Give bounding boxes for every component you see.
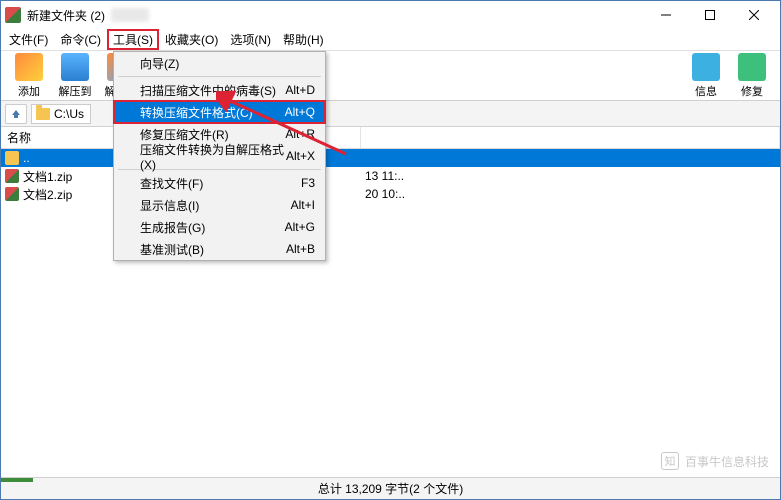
- dropdown-label: 基准测试(B): [140, 241, 204, 258]
- file-icon: [5, 187, 19, 201]
- dropdown-label: 转换压缩文件格式(C): [140, 104, 253, 121]
- dropdown-shortcut: Alt+B: [286, 242, 315, 256]
- file-icon: [5, 169, 19, 183]
- dropdown-label: 显示信息(I): [140, 197, 199, 214]
- folder-icon: [36, 108, 50, 120]
- dropdown-item-8[interactable]: 显示信息(I) Alt+I: [114, 194, 325, 216]
- dropdown-shortcut: Alt+D: [285, 83, 315, 97]
- dropdown-shortcut: Alt+I: [291, 198, 315, 212]
- dropdown-shortcut: Alt+X: [286, 149, 315, 163]
- dropdown-shortcut: Alt+R: [285, 127, 315, 141]
- file-date: 13 11:..: [361, 169, 780, 183]
- dropdown-item-2[interactable]: 扫描压缩文件中的病毒(S) Alt+D: [114, 79, 325, 101]
- up-folder-icon: [5, 151, 19, 165]
- menu-item-3[interactable]: 收藏夹(O): [159, 29, 224, 50]
- window-controls: [644, 1, 776, 29]
- dropdown-shortcut: F3: [301, 176, 315, 190]
- dropdown-item-3[interactable]: 转换压缩文件格式(C) Alt+Q: [114, 101, 325, 123]
- minimize-button[interactable]: [644, 1, 688, 29]
- toolbar-icon: [61, 53, 89, 81]
- dropdown-shortcut: Alt+G: [285, 220, 315, 234]
- menu-item-4[interactable]: 选项(N): [224, 29, 277, 50]
- column-date[interactable]: [361, 127, 780, 148]
- dropdown-item-0[interactable]: 向导(Z): [114, 52, 325, 74]
- dropdown-label: 压缩文件转换为自解压格式(X): [140, 141, 286, 172]
- progress-indicator: [1, 478, 33, 482]
- toolbar-label: 解压到: [59, 83, 92, 99]
- toolbar-icon: [738, 53, 766, 81]
- toolbar-button-0[interactable]: 添加: [7, 53, 51, 99]
- dropdown-item-10[interactable]: 基准测试(B) Alt+B: [114, 238, 325, 260]
- toolbar-button-8[interactable]: 修复: [730, 53, 774, 99]
- toolbar-icon: [15, 53, 43, 81]
- status-bar: 总计 13,209 字节(2 个文件): [1, 477, 780, 499]
- menu-bar: 文件(F)命令(C)工具(S)收藏夹(O)选项(N)帮助(H): [1, 29, 780, 51]
- menu-item-0[interactable]: 文件(F): [3, 29, 54, 50]
- close-button[interactable]: [732, 1, 776, 29]
- dropdown-shortcut: Alt+Q: [285, 105, 315, 119]
- path-box[interactable]: C:\Us: [31, 104, 91, 124]
- dropdown-item-5[interactable]: 压缩文件转换为自解压格式(X)Alt+X: [114, 145, 325, 167]
- menu-item-1[interactable]: 命令(C): [54, 29, 107, 50]
- nav-up-button[interactable]: [5, 104, 27, 124]
- menu-item-2[interactable]: 工具(S): [107, 29, 159, 50]
- file-date: 20 10:..: [361, 187, 780, 201]
- dropdown-item-9[interactable]: 生成报告(G) Alt+G: [114, 216, 325, 238]
- toolbar-label: 修复: [741, 83, 763, 99]
- toolbar-icon: [692, 53, 720, 81]
- status-text: 总计 13,209 字节(2 个文件): [318, 480, 463, 497]
- window-title: 新建文件夹 (2): [27, 7, 105, 24]
- toolbar-button-1[interactable]: 解压到: [53, 53, 97, 99]
- path-text: C:\Us: [54, 107, 84, 121]
- file-name: 文档1.zip: [23, 168, 72, 185]
- blurred-text: [111, 8, 149, 22]
- menu-item-5[interactable]: 帮助(H): [277, 29, 330, 50]
- dropdown-label: 向导(Z): [140, 55, 179, 72]
- title-bar: 新建文件夹 (2): [1, 1, 780, 29]
- file-name: 文档2.zip: [23, 186, 72, 203]
- tools-dropdown: 向导(Z)扫描压缩文件中的病毒(S)Alt+D转换压缩文件格式(C)Alt+Q修…: [113, 51, 326, 261]
- app-icon: [5, 7, 21, 23]
- toolbar-button-7[interactable]: 信息: [684, 53, 728, 99]
- dropdown-label: 生成报告(G): [140, 219, 205, 236]
- toolbar-label: 信息: [695, 83, 717, 99]
- dropdown-label: 扫描压缩文件中的病毒(S): [140, 82, 276, 99]
- dropdown-item-7[interactable]: 查找文件(F) F3: [114, 172, 325, 194]
- dropdown-label: 查找文件(F): [140, 175, 203, 192]
- toolbar-label: 添加: [18, 83, 40, 99]
- file-name: ..: [23, 151, 30, 165]
- maximize-button[interactable]: [688, 1, 732, 29]
